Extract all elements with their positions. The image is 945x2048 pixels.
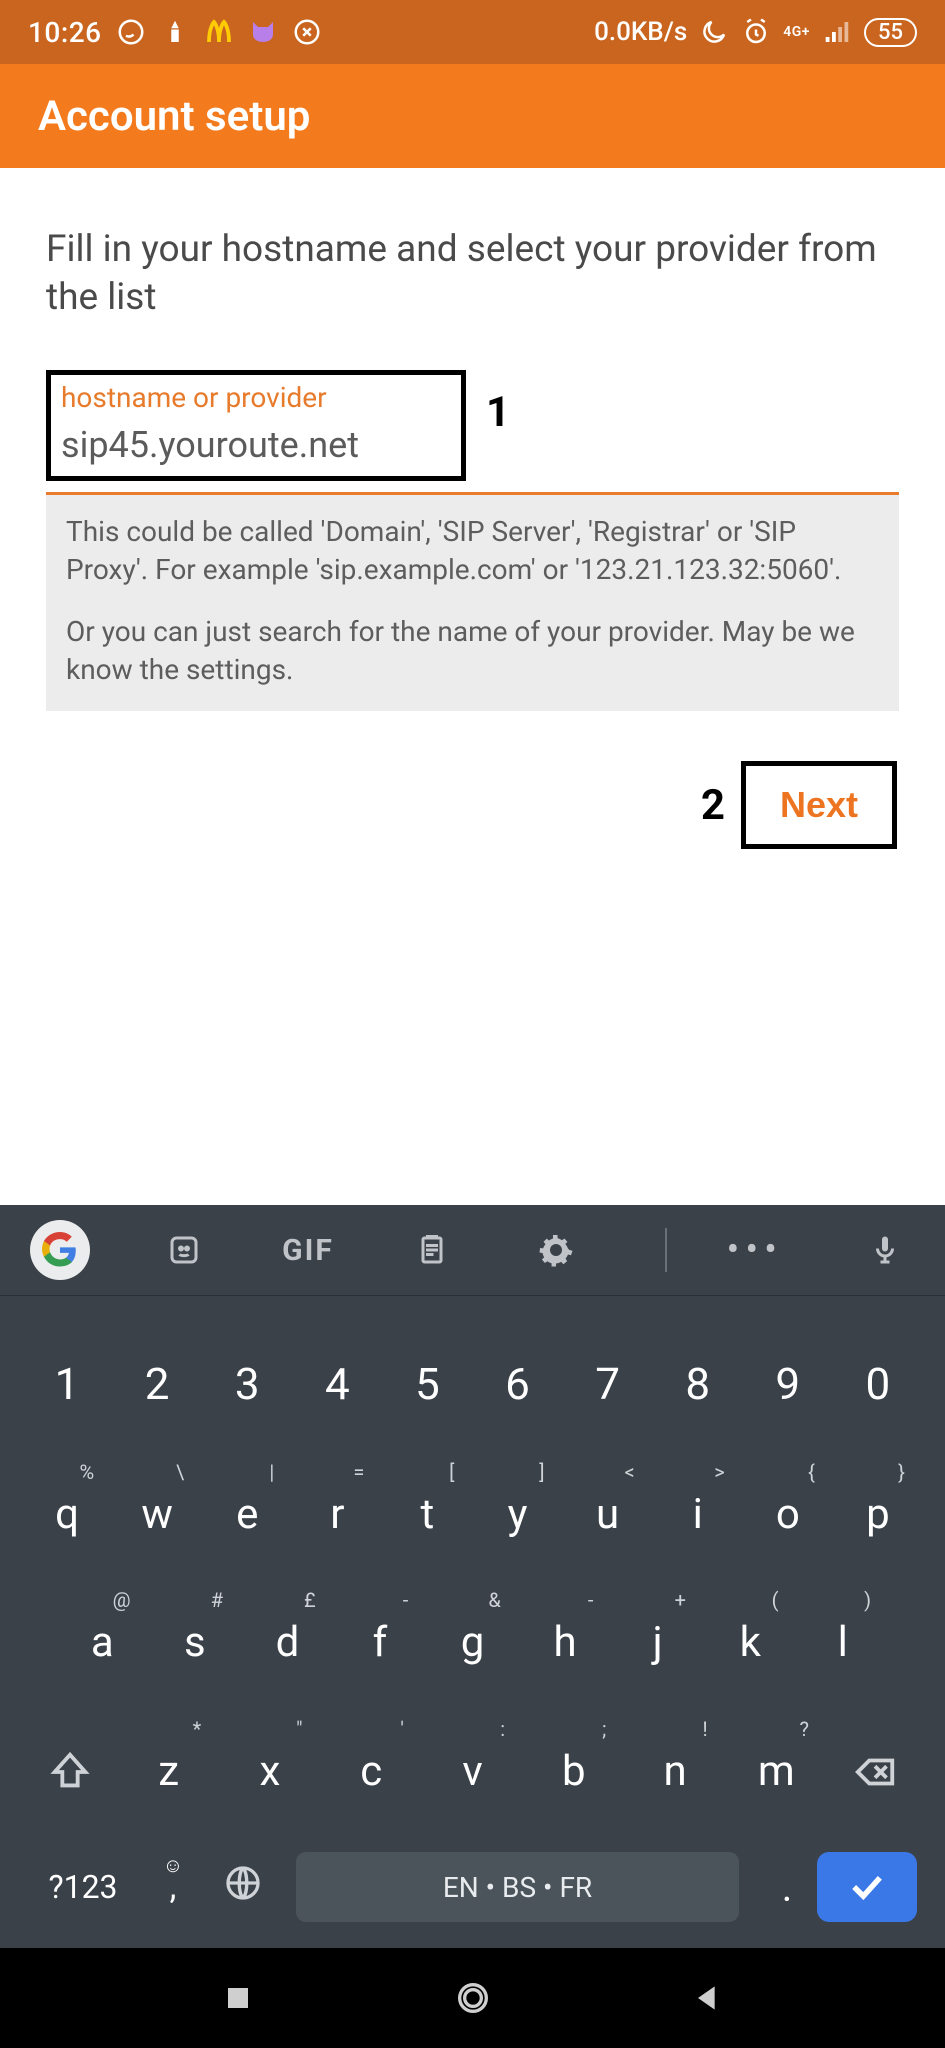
status-right: 0.0KB/s 4G+ 55 <box>594 17 917 47</box>
key-e[interactable]: e| <box>202 1466 292 1563</box>
key-v[interactable]: v: <box>422 1723 523 1820</box>
network-type: 4G+ <box>783 25 810 39</box>
battery-level: 55 <box>864 18 917 47</box>
backspace-key[interactable] <box>827 1723 923 1820</box>
whatsapp-icon <box>116 17 146 47</box>
key-c[interactable]: c' <box>321 1723 422 1820</box>
app-bar: Account setup <box>0 64 945 168</box>
key-r[interactable]: r= <box>292 1466 382 1563</box>
key-0[interactable]: 0 <box>833 1334 923 1434</box>
soft-keyboard: GIF ••• 1234567890 q%w\e|r=t[y]u<i>o{p} … <box>0 1205 945 1948</box>
help-paragraph-1: This could be called 'Domain', 'SIP Serv… <box>66 513 879 589</box>
hostname-label: hostname or provider <box>61 381 451 414</box>
key-g[interactable]: g& <box>426 1594 519 1691</box>
key-4[interactable]: 4 <box>292 1334 382 1434</box>
next-button[interactable]: Next <box>741 761 897 849</box>
key-7[interactable]: 7 <box>563 1334 653 1434</box>
clipboard-icon[interactable] <box>390 1220 474 1280</box>
language-key[interactable] <box>208 1863 278 1911</box>
content-area: Fill in your hostname and select your pr… <box>0 168 945 849</box>
key-d[interactable]: d£ <box>241 1594 334 1691</box>
key-f[interactable]: f- <box>334 1594 427 1691</box>
key-s[interactable]: s# <box>149 1594 242 1691</box>
nav-recent-button[interactable] <box>213 1973 263 2023</box>
gear-icon[interactable] <box>514 1220 598 1280</box>
key-z[interactable]: z* <box>118 1723 219 1820</box>
status-bar: 10:26 0.0KB/s 4G+ 55 <box>0 0 945 64</box>
key-5[interactable]: 5 <box>382 1334 472 1434</box>
key-6[interactable]: 6 <box>472 1334 562 1434</box>
key-1[interactable]: 1 <box>22 1334 112 1434</box>
key-8[interactable]: 8 <box>653 1334 743 1434</box>
space-key[interactable]: EN • BS • FR <box>296 1852 739 1922</box>
key-t[interactable]: t[ <box>382 1466 472 1563</box>
status-left: 10:26 <box>28 16 322 49</box>
key-m[interactable]: m? <box>726 1723 827 1820</box>
nav-home-button[interactable] <box>448 1973 498 2023</box>
key-o[interactable]: o{ <box>743 1466 833 1563</box>
gif-button[interactable]: GIF <box>266 1220 350 1280</box>
key-x[interactable]: x" <box>219 1723 320 1820</box>
help-paragraph-2: Or you can just search for the name of y… <box>66 613 879 689</box>
hostname-input[interactable] <box>61 424 451 466</box>
status-time: 10:26 <box>28 16 102 49</box>
hostname-field-highlight: hostname or provider <box>46 370 466 481</box>
key-y[interactable]: y] <box>472 1466 562 1563</box>
mcdonalds-icon <box>204 17 234 47</box>
key-3[interactable]: 3 <box>202 1334 292 1434</box>
alarm-icon <box>741 17 771 47</box>
key-n[interactable]: n! <box>624 1723 725 1820</box>
annotation-1: 1 <box>486 388 510 437</box>
key-9[interactable]: 9 <box>743 1334 833 1434</box>
symbols-key[interactable]: ?123 <box>28 1868 138 1906</box>
more-icon[interactable]: ••• <box>727 1220 783 1280</box>
close-circle-icon <box>292 17 322 47</box>
page-title: Account setup <box>38 92 310 141</box>
key-b[interactable]: b; <box>523 1723 624 1820</box>
key-w[interactable]: w\ <box>112 1466 202 1563</box>
key-u[interactable]: u< <box>563 1466 653 1563</box>
keyboard-rows: 1234567890 q%w\e|r=t[y]u<i>o{p} a@s#d£f-… <box>0 1296 945 1948</box>
shift-key[interactable] <box>22 1723 118 1820</box>
key-k[interactable]: k( <box>704 1594 797 1691</box>
toolbar-divider <box>665 1228 667 1272</box>
key-2[interactable]: 2 <box>112 1334 202 1434</box>
enter-key[interactable] <box>817 1852 917 1922</box>
key-q[interactable]: q% <box>22 1466 112 1563</box>
data-rate: 0.0KB/s <box>594 17 687 47</box>
nav-back-button[interactable] <box>683 1973 733 2023</box>
input-underline <box>46 492 899 495</box>
mic-icon[interactable] <box>843 1220 927 1280</box>
key-l[interactable]: l) <box>797 1594 890 1691</box>
cat-icon <box>248 17 278 47</box>
key-a[interactable]: a@ <box>56 1594 149 1691</box>
annotation-2: 2 <box>701 781 725 830</box>
signal-icon <box>822 17 852 47</box>
key-h[interactable]: h- <box>519 1594 612 1691</box>
instructions-text: Fill in your hostname and select your pr… <box>46 226 899 322</box>
google-icon[interactable] <box>18 1220 102 1280</box>
period-key[interactable]: . <box>757 1864 817 1911</box>
hostname-field-wrap: hostname or provider 1 <box>46 370 899 481</box>
key-p[interactable]: p} <box>833 1466 923 1563</box>
keyboard-toolbar: GIF ••• <box>0 1205 945 1295</box>
help-text-box: This could be called 'Domain', 'SIP Serv… <box>46 495 899 711</box>
key-i[interactable]: i> <box>653 1466 743 1563</box>
key-j[interactable]: j+ <box>611 1594 704 1691</box>
moon-icon <box>699 17 729 47</box>
button-row: 2 Next <box>46 761 899 849</box>
system-nav-bar <box>0 1948 945 2048</box>
app-notification-icon-1 <box>160 17 190 47</box>
sticker-icon[interactable] <box>142 1220 226 1280</box>
emoji-key[interactable]: ☺ , <box>138 1867 208 1907</box>
